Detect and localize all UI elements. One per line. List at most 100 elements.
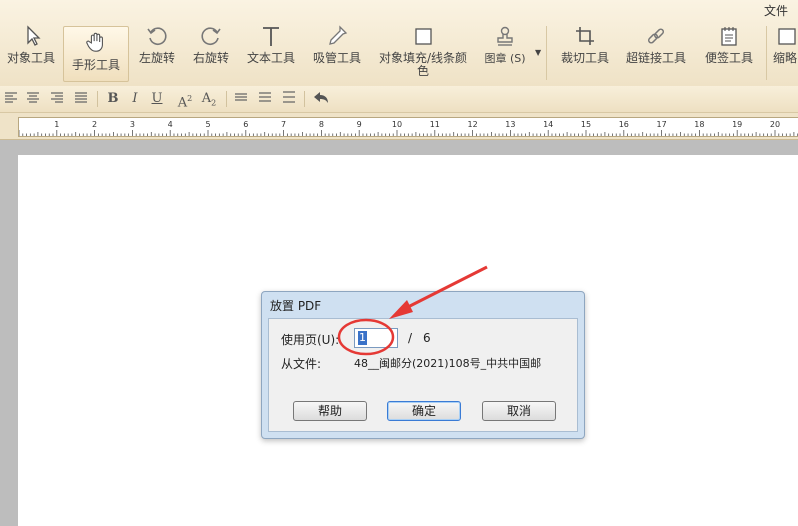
tool-label: 对象工具 xyxy=(6,51,55,65)
line-spacing-1-icon[interactable] xyxy=(232,90,250,108)
tool-label: 缩略 xyxy=(772,51,797,65)
superscript-mark: 2 xyxy=(187,94,193,103)
hyperlink-tool-button[interactable]: 超链接工具 xyxy=(622,24,690,82)
object-tool-button[interactable]: 对象工具 xyxy=(2,24,60,82)
ruler-label: 15 xyxy=(581,120,591,129)
hand-tool-button[interactable]: 手形工具 xyxy=(63,26,129,82)
align-center-icon[interactable] xyxy=(24,90,42,108)
ruler-label: 12 xyxy=(468,120,478,129)
ruler-label: 18 xyxy=(694,120,704,129)
ruler-label: 2 xyxy=(92,120,97,129)
link-icon xyxy=(622,24,690,48)
ruler-label: 9 xyxy=(357,120,362,129)
menu-file[interactable]: 文件 xyxy=(764,2,788,19)
toolbar-divider xyxy=(766,26,767,80)
ruler-label: 4 xyxy=(168,120,173,129)
file-name: 48__闽邮分(2021)108号_中共中国邮 xyxy=(354,357,542,370)
ruler-label: 17 xyxy=(657,120,667,129)
justify-icon[interactable] xyxy=(72,90,90,108)
dialog-title: 放置 PDF xyxy=(270,299,322,313)
page-number-value: 1 xyxy=(358,331,367,345)
help-button[interactable]: 帮助 xyxy=(293,401,367,421)
note-icon xyxy=(700,24,758,48)
toolbar-divider xyxy=(546,26,547,80)
undo-icon[interactable] xyxy=(310,90,332,108)
underline-button[interactable]: U xyxy=(148,90,166,108)
text-tool-button[interactable]: 文本工具 xyxy=(242,24,300,82)
fill-color-icon xyxy=(374,24,472,48)
page-separator: / xyxy=(408,331,413,345)
tool-label: 裁切工具 xyxy=(560,51,609,65)
ruler-labels: 1 2 3 4 5 6 7 8 9 10 11 12 13 14 15 16 17 18 19 20 xyxy=(54,120,780,129)
format-divider xyxy=(304,91,305,107)
place-pdf-dialog: 放置 PDF 使用页(U): 1 / 6 从文件: 48__闽邮分(2021)1… xyxy=(261,291,585,439)
from-file-label: 从文件: xyxy=(281,357,322,371)
superscript-label: A xyxy=(177,95,188,111)
cursor-arrow-icon xyxy=(2,24,60,48)
ruler-label: 3 xyxy=(130,120,135,129)
stamp-icon xyxy=(480,24,530,48)
superscript-button[interactable]: A2 xyxy=(174,90,196,111)
ribbon-toolbar: 文件 对象工具 手形工具 左旋转 右旋转 文本工具 吸管工具 对象填充/线条颜色… xyxy=(0,0,798,87)
thumbnail-icon xyxy=(772,24,798,48)
format-divider xyxy=(97,91,98,107)
ruler-label: 20 xyxy=(770,120,780,129)
page-label: 使用页(U): xyxy=(281,333,340,347)
page-number-input[interactable]: 1 xyxy=(354,328,398,348)
align-right-icon[interactable] xyxy=(48,90,66,108)
eyedropper-icon xyxy=(308,24,366,48)
ruler-label: 14 xyxy=(543,120,553,129)
tool-label: 文本工具 xyxy=(246,51,295,65)
fill-color-tool-button[interactable]: 对象填充/线条颜色 xyxy=(374,24,472,82)
subscript-button[interactable]: A2 xyxy=(198,90,220,108)
tool-label: 手形工具 xyxy=(71,58,120,72)
rotate-left-button[interactable]: 左旋转 xyxy=(132,24,182,82)
ruler-bar: 1 2 3 4 5 6 7 8 9 10 11 12 13 14 15 16 17 18 19 20 xyxy=(0,113,798,140)
ruler-label: 10 xyxy=(392,120,402,129)
ruler-label: 11 xyxy=(430,120,440,129)
subscript-mark: 2 xyxy=(211,98,217,108)
thumbnail-tool-button[interactable]: 缩略 xyxy=(772,24,798,82)
ruler-label: 5 xyxy=(205,120,210,129)
cancel-button[interactable]: 取消 xyxy=(482,401,556,421)
italic-button[interactable]: I xyxy=(126,90,144,108)
tool-label: 便签工具 xyxy=(704,51,753,65)
tool-label: 右旋转 xyxy=(192,51,229,65)
ruler-svg: 1 2 3 4 5 6 7 8 9 10 11 12 13 14 15 16 17 18 19 20 xyxy=(18,120,798,136)
note-tool-button[interactable]: 便签工具 xyxy=(700,24,758,82)
bold-button[interactable]: B xyxy=(104,90,122,108)
stamp-tool-button[interactable]: 图章 (S) xyxy=(480,24,530,82)
rotate-left-icon xyxy=(132,24,182,48)
dialog-body: 使用页(U): 1 / 6 从文件: 48__闽邮分(2021)108号_中共中… xyxy=(268,318,578,432)
align-left-icon[interactable] xyxy=(2,90,20,108)
tool-label: 对象填充/线条颜色 xyxy=(378,51,468,78)
line-spacing-2-icon[interactable] xyxy=(256,90,274,108)
ruler-label: 16 xyxy=(619,120,629,129)
rotate-right-icon xyxy=(186,24,236,48)
stamp-dropdown-icon[interactable]: ▼ xyxy=(535,48,541,57)
subscript-label: A xyxy=(201,91,212,106)
eyedropper-tool-button[interactable]: 吸管工具 xyxy=(308,24,366,82)
rotate-right-button[interactable]: 右旋转 xyxy=(186,24,236,82)
hand-icon xyxy=(64,31,128,55)
ruler-label: 13 xyxy=(505,120,515,129)
tool-label: 左旋转 xyxy=(138,51,175,65)
total-pages: 6 xyxy=(423,331,431,345)
ok-button[interactable]: 确定 xyxy=(387,401,461,421)
format-toolbar: B I U A2 A2 xyxy=(0,86,798,113)
ruler-label: 6 xyxy=(243,120,248,129)
crop-tool-button[interactable]: 裁切工具 xyxy=(556,24,614,82)
line-spacing-3-icon[interactable] xyxy=(280,90,298,108)
ruler-label: 19 xyxy=(732,120,742,129)
tool-label: 图章 (S) xyxy=(484,52,526,65)
ruler-label: 8 xyxy=(319,120,324,129)
horizontal-ruler[interactable]: 1 2 3 4 5 6 7 8 9 10 11 12 13 14 15 16 17 18 19 20 xyxy=(18,117,798,137)
format-divider xyxy=(226,91,227,107)
ruler-label: 7 xyxy=(281,120,286,129)
tool-label: 吸管工具 xyxy=(312,51,361,65)
text-t-icon xyxy=(242,24,300,48)
ruler-ticks xyxy=(18,130,798,136)
crop-icon xyxy=(556,24,614,48)
ruler-label: 1 xyxy=(54,120,59,129)
tool-label: 超链接工具 xyxy=(625,51,686,65)
